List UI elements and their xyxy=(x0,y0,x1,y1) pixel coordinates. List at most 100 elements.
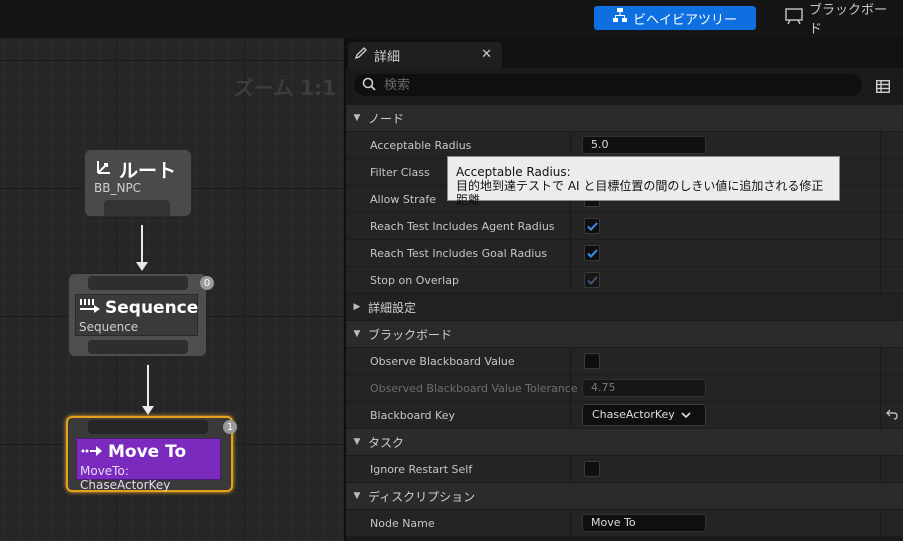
root-node-title: ルート xyxy=(95,156,176,183)
prop-label: Filter Class xyxy=(370,166,430,179)
behavior-tree-mode-label: ビヘイビアツリー xyxy=(632,12,737,28)
column-divider xyxy=(880,348,881,374)
blackboard-key-value: ChaseActorKey xyxy=(592,408,675,421)
blackboard-icon xyxy=(785,8,803,28)
section-advanced-label: 詳細設定 xyxy=(368,300,417,315)
checkmark-icon xyxy=(586,248,598,258)
prop-ignore-restart-self: Ignore Restart Self xyxy=(346,456,903,483)
prop-acceptable-radius: Acceptable Radius 5.0 xyxy=(346,132,903,159)
close-icon[interactable]: ✕ xyxy=(481,47,492,62)
prop-label: Ignore Restart Self xyxy=(370,463,473,476)
execution-order-badge: 0 xyxy=(200,276,214,290)
checkmark-icon xyxy=(586,221,598,231)
prop-label: Reach Test Includes Agent Radius xyxy=(370,220,555,233)
chevron-down-icon xyxy=(681,407,691,427)
prop-label: Acceptable Radius xyxy=(370,139,472,152)
root-output-pin[interactable] xyxy=(104,200,170,216)
column-divider xyxy=(880,510,881,536)
blackboard-mode-label: ブラックボード xyxy=(809,3,888,37)
caret-down-icon: ▼ xyxy=(353,437,361,447)
column-divider xyxy=(570,375,571,401)
sequence-node-body: Sequence Sequence xyxy=(75,294,198,336)
checkmark-icon xyxy=(586,275,598,285)
column-divider xyxy=(570,510,571,536)
column-divider xyxy=(880,375,881,401)
section-description[interactable]: ▼ ディスクリプション xyxy=(346,483,903,510)
prop-reach-test-goal-radius: Reach Test Includes Goal Radius xyxy=(346,240,903,267)
prop-node-name: Node Name Move To xyxy=(346,510,903,537)
reach-agent-radius-checkbox[interactable] xyxy=(584,218,600,234)
prop-label: Observe Blackboard Value xyxy=(370,355,515,368)
section-node[interactable]: ▼ ノード xyxy=(346,105,903,132)
section-task-label: タスク xyxy=(368,435,405,450)
column-divider xyxy=(880,456,881,482)
prop-label: Observed Blackboard Value Tolerance xyxy=(370,382,578,395)
prop-stop-on-overlap: Stop on Overlap xyxy=(346,267,903,294)
details-search xyxy=(354,74,862,96)
behavior-tree-icon xyxy=(612,8,627,28)
prop-label: Allow Strafe xyxy=(370,193,437,206)
root-node-blackboard: BB_NPC xyxy=(94,181,142,195)
sequence-output-pin[interactable] xyxy=(88,340,188,354)
prop-reach-test-agent-radius: Reach Test Includes Agent Radius xyxy=(346,213,903,240)
root-node-label: ルート xyxy=(119,160,177,182)
execution-order-badge: 1 xyxy=(223,420,237,434)
caret-down-icon: ▼ xyxy=(353,491,361,501)
stop-on-overlap-checkbox[interactable] xyxy=(584,272,600,288)
section-advanced[interactable]: ▶ 詳細設定 xyxy=(346,294,903,321)
sequence-node[interactable]: Sequence Sequence xyxy=(69,274,206,356)
move-to-input-pin[interactable] xyxy=(88,420,208,434)
prop-observed-value-tolerance: Observed Blackboard Value Tolerance 4.75 xyxy=(346,375,903,402)
move-to-node[interactable]: Move To MoveTo: ChaseActorKey xyxy=(66,416,233,492)
column-divider xyxy=(570,213,571,239)
section-blackboard[interactable]: ▼ ブラックボード xyxy=(346,321,903,348)
sequence-node-title: Sequence xyxy=(80,298,198,318)
column-divider xyxy=(880,213,881,239)
root-node[interactable]: ルート BB_NPC xyxy=(85,150,191,216)
zoom-indicator: ズーム 1:1 xyxy=(233,76,336,100)
node-name-field[interactable]: Move To xyxy=(582,514,706,532)
move-to-icon xyxy=(81,442,103,462)
move-to-node-title: Move To xyxy=(81,442,186,462)
column-divider xyxy=(570,240,571,266)
section-node-label: ノード xyxy=(368,111,405,126)
reach-goal-radius-checkbox[interactable] xyxy=(584,245,600,261)
behavior-tree-graph[interactable]: ズーム 1:1 ルート BB_NPC Sequence Sequence 0 M… xyxy=(0,38,344,541)
connection-arrow xyxy=(136,262,148,271)
property-tooltip: Acceptable Radius: 目的地到達テストで AI と目標位置の間の… xyxy=(447,156,840,207)
sequence-node-subtitle: Sequence xyxy=(79,320,139,334)
sequence-input-pin[interactable] xyxy=(88,276,188,290)
blackboard-mode-button[interactable]: ブラックボード xyxy=(785,3,897,37)
column-divider xyxy=(570,456,571,482)
reset-to-default-icon[interactable] xyxy=(886,408,898,423)
caret-right-icon: ▶ xyxy=(353,302,361,312)
behavior-tree-mode-button[interactable]: ビヘイビアツリー xyxy=(594,6,756,30)
section-description-label: ディスクリプション xyxy=(368,489,476,504)
column-divider xyxy=(570,348,571,374)
column-divider xyxy=(880,402,881,428)
acceptable-radius-field[interactable]: 5.0 xyxy=(582,136,706,154)
observe-blackboard-value-checkbox[interactable] xyxy=(584,353,600,369)
table-view-icon[interactable] xyxy=(875,78,891,97)
column-divider xyxy=(570,132,571,158)
pencil-icon xyxy=(354,46,368,64)
move-to-node-body: Move To MoveTo: ChaseActorKey xyxy=(76,438,221,492)
column-divider xyxy=(880,267,881,293)
prop-blackboard-key: Blackboard Key ChaseActorKey xyxy=(346,402,903,429)
main-toolbar: ビヘイビアツリー ブラックボード xyxy=(0,0,903,38)
sequence-icon xyxy=(80,298,100,318)
column-divider xyxy=(570,267,571,293)
search-input[interactable] xyxy=(382,76,846,94)
ignore-restart-self-checkbox[interactable] xyxy=(584,461,600,477)
caret-down-icon: ▼ xyxy=(353,113,361,123)
section-task[interactable]: ▼ タスク xyxy=(346,429,903,456)
tooltip-body: 目的地到達テストで AI と目標位置の間のしきい値に追加される修正距離 xyxy=(456,179,824,207)
observed-tolerance-field[interactable]: 4.75 xyxy=(582,379,706,397)
tab-details[interactable]: 詳細 ✕ xyxy=(348,42,502,68)
move-to-node-label: Move To xyxy=(108,442,187,462)
tooltip-title: Acceptable Radius: xyxy=(456,165,571,179)
column-divider xyxy=(880,240,881,266)
prop-label: Node Name xyxy=(370,517,435,530)
prop-label: Stop on Overlap xyxy=(370,274,459,287)
blackboard-key-dropdown[interactable]: ChaseActorKey xyxy=(582,404,706,426)
